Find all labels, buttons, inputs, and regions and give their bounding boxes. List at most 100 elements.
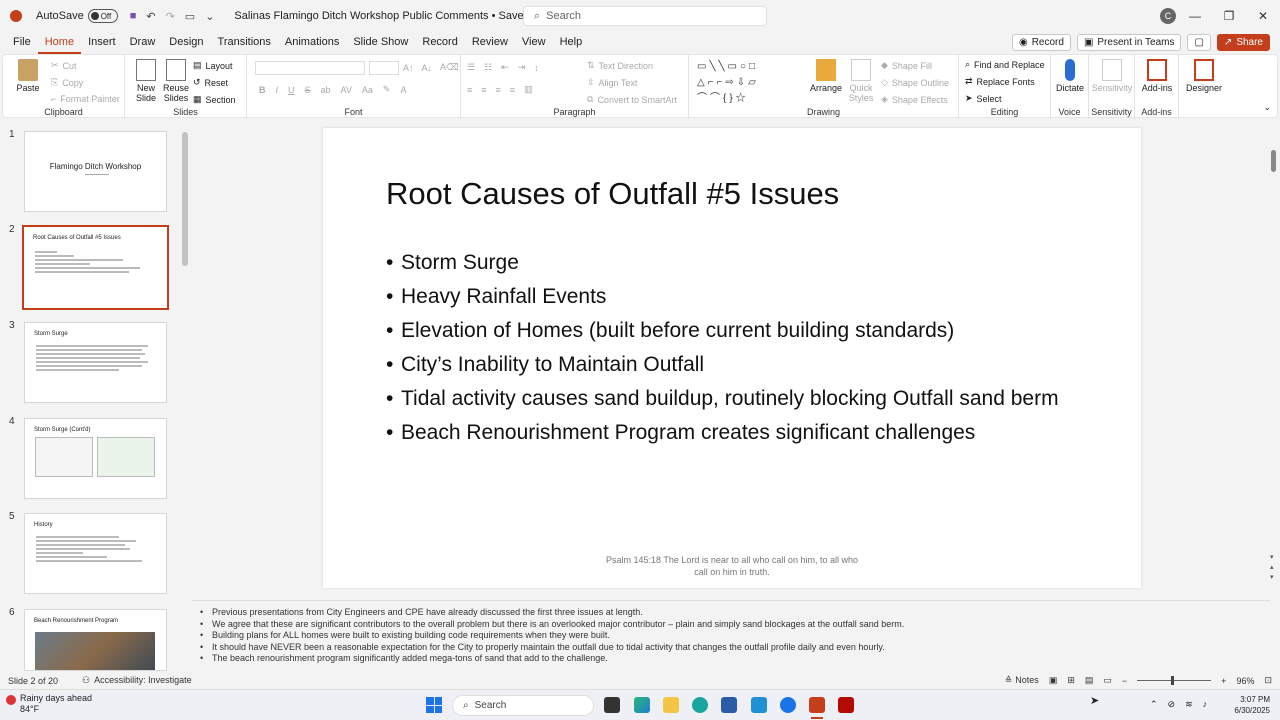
- minimize-icon[interactable]: —: [1178, 0, 1212, 32]
- decrease-indent-icon[interactable]: ⇤: [501, 62, 509, 73]
- search-input[interactable]: ⌕ Search: [523, 6, 767, 26]
- sensitivity-button[interactable]: Sensitivity: [1091, 59, 1133, 93]
- paste-button[interactable]: Paste: [15, 59, 41, 93]
- notes-pane[interactable]: • Previous presentations from City Engine…: [192, 600, 1270, 670]
- tray-overflow-icon[interactable]: ⌃: [1150, 699, 1158, 710]
- increase-indent-icon[interactable]: ⇥: [518, 62, 526, 73]
- copilot-icon[interactable]: [634, 697, 650, 713]
- tab-record[interactable]: Record: [415, 32, 464, 54]
- autosave-toggle[interactable]: Off: [87, 9, 118, 23]
- slide-canvas[interactable]: Root Causes of Outfall #5 Issues • Storm …: [323, 128, 1141, 588]
- reset-button[interactable]: ↺ Reset: [193, 77, 228, 88]
- tab-transitions[interactable]: Transitions: [211, 32, 278, 54]
- copy-button[interactable]: ⎘ Copy: [51, 77, 83, 88]
- layout-button[interactable]: ▤ Layout: [193, 60, 233, 71]
- font-color-icon[interactable]: A: [400, 85, 406, 95]
- slide-sorter-icon[interactable]: ⊞: [1067, 675, 1075, 686]
- windows-start-icon[interactable]: [426, 697, 442, 713]
- shadow-icon[interactable]: ab: [321, 85, 331, 95]
- reading-view-icon[interactable]: ▤: [1085, 675, 1094, 686]
- tab-insert[interactable]: Insert: [81, 32, 123, 54]
- slide-thumbnail-1[interactable]: Flamingo Ditch Workshop: [24, 131, 167, 212]
- notes-button[interactable]: ≙ Notes: [1005, 675, 1039, 686]
- normal-view-icon[interactable]: ▣: [1049, 675, 1058, 686]
- align-center-icon[interactable]: ≡: [481, 85, 486, 95]
- font-name-select[interactable]: [255, 61, 365, 75]
- tab-review[interactable]: Review: [465, 32, 515, 54]
- highlight-icon[interactable]: ✎: [383, 84, 391, 95]
- slide-thumbnail-3[interactable]: Storm Surge: [24, 322, 167, 403]
- scroll-arrows-icon[interactable]: ▾ ▴ ▾: [1270, 553, 1274, 583]
- acrobat-icon[interactable]: [838, 697, 854, 713]
- text-direction-button[interactable]: ⇅ Text Direction: [587, 60, 653, 71]
- tab-slide-show[interactable]: Slide Show: [346, 32, 415, 54]
- format-painter-button[interactable]: ⌐ Format Painter: [51, 94, 120, 104]
- record-button[interactable]: ◉ Record: [1011, 34, 1071, 51]
- customize-qat-icon[interactable]: ⌄: [205, 10, 214, 23]
- cut-button[interactable]: ✂ Cut: [51, 60, 77, 71]
- align-left-icon[interactable]: ≡: [467, 85, 472, 95]
- save-icon[interactable]: ■: [130, 10, 137, 23]
- align-text-button[interactable]: ⇳ Align Text: [587, 77, 637, 88]
- zoom-slider[interactable]: [1137, 676, 1212, 685]
- slide-thumbnail-6[interactable]: Beach Renourishment Program: [24, 609, 167, 671]
- slide-thumbnail-4[interactable]: Storm Surge (Cont'd): [24, 418, 167, 499]
- accessibility-button[interactable]: ⚇ Accessibility: Investigate: [82, 675, 192, 686]
- shape-effects-button[interactable]: ◈ Shape Effects: [881, 94, 948, 105]
- thumbnail-scrollbar[interactable]: [182, 132, 188, 266]
- start-from-beginning-icon[interactable]: ▭: [185, 10, 195, 23]
- designer-button[interactable]: Designer: [1185, 59, 1223, 93]
- tab-design[interactable]: Design: [162, 32, 210, 54]
- redo-icon[interactable]: ↷: [166, 10, 175, 23]
- tab-draw[interactable]: Draw: [123, 32, 163, 54]
- shape-fill-button[interactable]: ◆ Shape Fill: [881, 60, 932, 71]
- app-icon[interactable]: [751, 697, 767, 713]
- align-right-icon[interactable]: ≡: [496, 85, 501, 95]
- italic-button[interactable]: I: [276, 85, 279, 95]
- numbering-icon[interactable]: ☷: [484, 62, 492, 73]
- addins-button[interactable]: Add-ins: [1139, 59, 1175, 93]
- quick-styles-button[interactable]: Quick Styles: [845, 59, 877, 103]
- tab-view[interactable]: View: [515, 32, 553, 54]
- maximize-icon[interactable]: ❐: [1212, 0, 1246, 32]
- underline-button[interactable]: U: [288, 85, 295, 95]
- slide-footer[interactable]: Psalm 145:18 The Lord is near to all who…: [600, 554, 864, 578]
- slide-scrollbar[interactable]: [1271, 150, 1276, 172]
- smartart-button[interactable]: ⧉ Convert to SmartArt: [587, 94, 677, 105]
- columns-icon[interactable]: ▥: [524, 84, 533, 95]
- zoom-in-icon[interactable]: +: [1221, 676, 1226, 686]
- tab-help[interactable]: Help: [553, 32, 590, 54]
- find-replace-button[interactable]: ⌕ Find and Replace: [965, 59, 1045, 70]
- avatar[interactable]: C: [1160, 8, 1176, 24]
- tab-home[interactable]: Home: [37, 32, 82, 54]
- slideshow-icon[interactable]: ▭: [1103, 675, 1112, 686]
- share-button[interactable]: ↗ Share: [1216, 34, 1270, 51]
- weather-widget[interactable]: Rainy days ahead 84°F: [20, 693, 92, 715]
- fit-to-window-icon[interactable]: ⊡: [1264, 675, 1272, 686]
- autosave-control[interactable]: AutoSave Off: [28, 9, 118, 23]
- help-icon[interactable]: [780, 697, 796, 713]
- justify-icon[interactable]: ≡: [510, 85, 515, 95]
- comments-button[interactable]: ▢: [1187, 34, 1211, 51]
- ribbon-collapse-icon[interactable]: ⌄: [1263, 102, 1271, 113]
- present-in-teams-button[interactable]: ▣ Present in Teams: [1076, 34, 1182, 51]
- store-icon[interactable]: [721, 697, 737, 713]
- line-spacing-icon[interactable]: ↕: [534, 63, 539, 73]
- powerpoint-taskbar-icon[interactable]: [809, 697, 825, 713]
- arrange-button[interactable]: Arrange: [809, 59, 843, 93]
- bullets-icon[interactable]: ☰: [467, 62, 475, 73]
- bold-button[interactable]: B: [259, 85, 266, 95]
- zoom-slider-thumb[interactable]: [1171, 676, 1175, 685]
- dictate-button[interactable]: Dictate: [1053, 59, 1087, 93]
- replace-fonts-button[interactable]: ⇄ Replace Fonts: [965, 76, 1035, 87]
- tab-file[interactable]: File: [6, 32, 38, 54]
- zoom-out-icon[interactable]: −: [1122, 676, 1127, 686]
- slide-thumbnail-5[interactable]: History: [24, 513, 167, 594]
- font-size-select[interactable]: [369, 61, 399, 75]
- shape-outline-button[interactable]: ◇ Shape Outline: [881, 77, 949, 88]
- reuse-slides-button[interactable]: Reuse Slides: [161, 59, 191, 103]
- zoom-level[interactable]: 96%: [1236, 676, 1254, 686]
- undo-icon[interactable]: ↶: [146, 10, 155, 23]
- close-icon[interactable]: ✕: [1246, 0, 1280, 32]
- slide-title[interactable]: Root Causes of Outfall #5 Issues: [386, 176, 839, 212]
